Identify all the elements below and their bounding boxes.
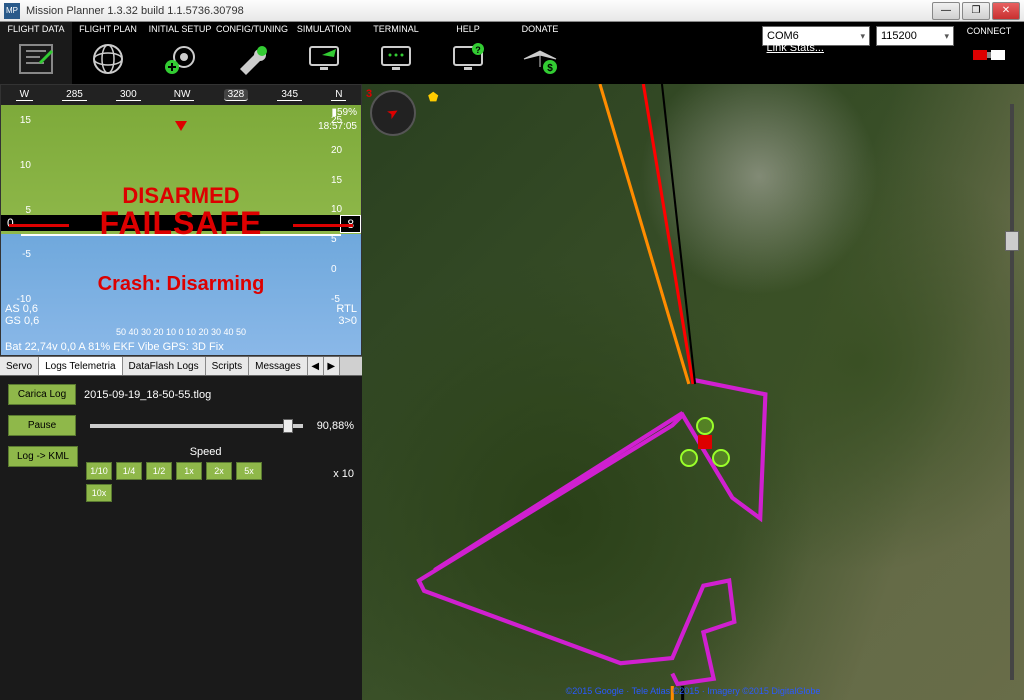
tabs-scroll-left[interactable]: ◀ <box>308 357 324 375</box>
drone-marker <box>680 417 730 467</box>
tab-messages[interactable]: Messages <box>249 357 308 375</box>
baud-select[interactable]: 115200 <box>876 26 954 46</box>
flight-mode: RTL3>0 <box>336 303 357 327</box>
bottom-tabs: Servo Logs Telemetria DataFlash Logs Scr… <box>0 356 362 376</box>
map-compass[interactable]: ➤ <box>370 90 416 136</box>
svg-text:?: ? <box>475 45 481 55</box>
heading-marker-icon <box>175 121 187 131</box>
title-bar: MP Mission Planner 1.3.32 build 1.1.5736… <box>0 0 1024 22</box>
speed-1x[interactable]: 1x <box>176 462 202 480</box>
speed-1-4[interactable]: 1/4 <box>116 462 142 480</box>
compass-arrow-icon: ➤ <box>384 103 403 124</box>
speed-multiplier: x 10 <box>333 468 354 480</box>
label: HELP <box>456 24 480 36</box>
log-to-kml-button[interactable]: Log -> KML <box>8 446 78 467</box>
donate-icon: $ <box>515 38 565 80</box>
speed-label: Speed <box>86 446 325 458</box>
toolbar-simulation[interactable]: SIMULATION <box>288 22 360 84</box>
speed-1-2[interactable]: 1/2 <box>146 462 172 480</box>
status-line: Bat 22,74v 0,0 A 81% EKF Vibe GPS: 3D Fi… <box>5 341 357 353</box>
toolbar-config-tuning[interactable]: CONFIG/TUNING <box>216 22 288 84</box>
tab-servo[interactable]: Servo <box>0 357 39 375</box>
map-panel[interactable]: 3 ➤ ⬟ ©2015 Google · Tele Atlas ©2015 · … <box>362 84 1024 700</box>
failsafe-label: FAILSAFE <box>1 205 361 242</box>
left-panel: W285300NW328345N ▮59% 18:57:05 15105-5-1… <box>0 84 362 700</box>
label: SIMULATION <box>297 24 351 36</box>
as-gs-readout: AS 0,6GS 0,6 <box>5 303 39 327</box>
wrench-icon <box>227 38 277 80</box>
toolbar-initial-setup[interactable]: INITIAL SETUP <box>144 22 216 84</box>
zoom-slider[interactable] <box>1010 104 1014 680</box>
toolbar-flight-data[interactable]: FLIGHT DATA <box>0 22 72 84</box>
gear-plus-icon <box>155 38 205 80</box>
compass-ruler: W285300NW328345N <box>1 85 361 105</box>
playback-slider[interactable] <box>90 424 303 428</box>
globe-icon <box>83 38 133 80</box>
label: FLIGHT PLAN <box>79 24 137 36</box>
flight-track <box>362 84 1024 700</box>
map-attribution: ©2015 Google · Tele Atlas ©2015 · Imager… <box>566 686 821 696</box>
help-icon: ? <box>443 38 493 80</box>
close-button[interactable]: ✕ <box>992 2 1020 20</box>
label: CONFIG/TUNING <box>216 24 288 36</box>
tabs-scroll-right[interactable]: ▶ <box>324 357 340 375</box>
home-icon: ⬟ <box>428 90 438 104</box>
flight-data-icon <box>11 38 61 80</box>
progress-pct: 90,88% <box>317 420 354 432</box>
minimize-button[interactable]: — <box>932 2 960 20</box>
bank-arc: 50 40 30 20 10 0 10 20 30 40 50 <box>61 327 301 337</box>
pause-button[interactable]: Pause <box>8 415 76 436</box>
label: FLIGHT DATA <box>7 24 64 36</box>
zoom-thumb[interactable] <box>1005 231 1019 251</box>
logs-panel: Carica Log 2015-09-19_18-50-55.tlog Paus… <box>0 376 362 700</box>
map-corner-number: 3 <box>366 88 372 100</box>
link-stats-link[interactable]: Link Stats... <box>767 42 824 54</box>
maximize-button[interactable]: ❐ <box>962 2 990 20</box>
speed-1-10[interactable]: 1/10 <box>86 462 112 480</box>
tab-dataflash-logs[interactable]: DataFlash Logs <box>123 357 206 375</box>
toolbar-help[interactable]: HELP ? <box>432 22 504 84</box>
plug-icon <box>969 40 1009 70</box>
tab-logs-telemetria[interactable]: Logs Telemetria <box>39 357 122 375</box>
map-view[interactable]: 3 ➤ ⬟ ©2015 Google · Tele Atlas ©2015 · … <box>362 84 1024 700</box>
toolbar-flight-plan[interactable]: FLIGHT PLAN <box>72 22 144 84</box>
tab-scripts[interactable]: Scripts <box>206 357 250 375</box>
log-filename: 2015-09-19_18-50-55.tlog <box>84 389 211 401</box>
toolbar-donate[interactable]: DONATE $ <box>504 22 576 84</box>
speed-2x[interactable]: 2x <box>206 462 232 480</box>
crash-message: Crash: Disarming <box>1 273 361 296</box>
label: DONATE <box>522 24 559 36</box>
window-controls: — ❐ ✕ <box>930 2 1020 20</box>
hud: W285300NW328345N ▮59% 18:57:05 15105-5-1… <box>0 84 362 356</box>
window-title: Mission Planner 1.3.32 build 1.1.5736.30… <box>26 5 930 17</box>
speed-5x[interactable]: 5x <box>236 462 262 480</box>
app-icon: MP <box>4 3 20 19</box>
monitor-plane-icon <box>299 38 349 80</box>
speed-10x[interactable]: 10x <box>86 484 112 502</box>
toolbar-terminal[interactable]: TERMINAL <box>360 22 432 84</box>
main-toolbar: FLIGHT DATA FLIGHT PLAN INITIAL SETUP CO… <box>0 22 1024 84</box>
speed-buttons: 1/10 1/4 1/2 1x 2x 5x 10x <box>86 462 286 502</box>
terminal-icon <box>371 38 421 80</box>
label: TERMINAL <box>373 24 419 36</box>
load-log-button[interactable]: Carica Log <box>8 384 76 405</box>
svg-text:$: $ <box>547 63 553 74</box>
connect-button[interactable]: CONNECT <box>960 26 1018 70</box>
label: INITIAL SETUP <box>149 24 212 36</box>
slider-thumb[interactable] <box>283 419 293 433</box>
